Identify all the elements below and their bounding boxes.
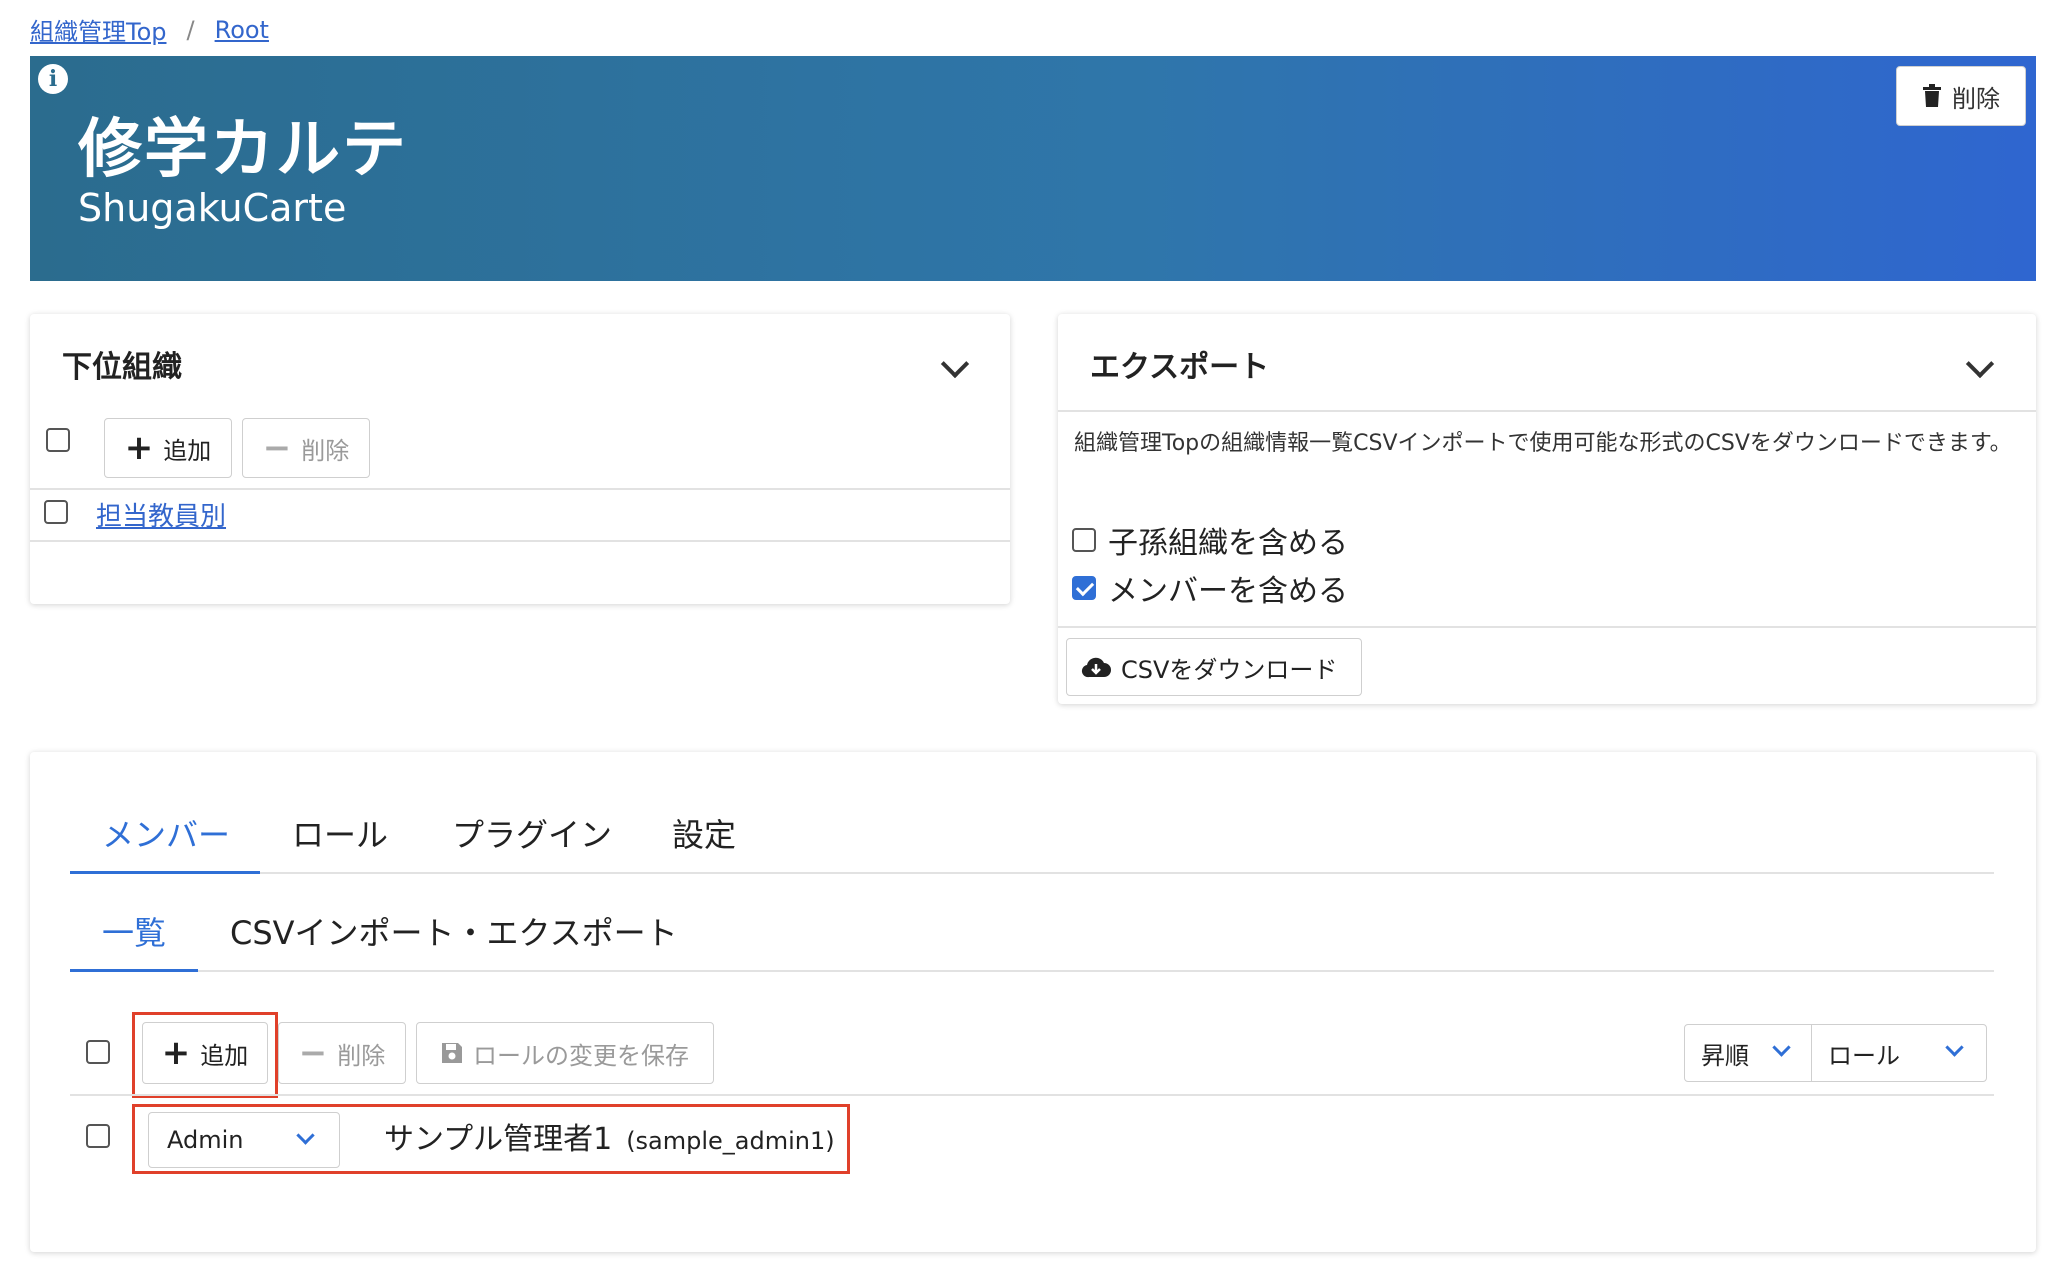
sort-key-value: ロール — [1828, 1041, 1900, 1070]
cloud-download-icon — [1081, 657, 1111, 678]
subtab-list[interactable]: 一覧 — [102, 908, 166, 954]
organization-header: i 修学カルテ ShugakuCarte 削除 — [30, 56, 2036, 281]
include-descendants-option[interactable]: 子孫組織を含める — [1072, 518, 1348, 562]
breadcrumb-separator: / — [186, 15, 195, 44]
include-descendants-checkbox[interactable] — [1072, 528, 1096, 552]
tab-plugins[interactable]: プラグイン — [452, 810, 612, 856]
include-members-label: メンバーを含める — [1108, 574, 1348, 609]
breadcrumb: 組織管理Top / Root — [30, 12, 269, 47]
suborg-link[interactable]: 担当教員別 — [96, 496, 226, 533]
suborg-row-checkbox[interactable] — [44, 500, 68, 524]
csv-download-label: CSVをダウンロード — [1121, 655, 1338, 684]
sub-organization-card: 下位組織 + 追加 − 削除 担当教員別 — [30, 314, 1010, 604]
page-subtitle: ShugakuCarte — [78, 186, 347, 230]
delete-organization-label: 削除 — [1952, 84, 2000, 113]
delete-organization-button[interactable]: 削除 — [1896, 66, 2026, 126]
select-all-suborg-checkbox[interactable] — [46, 428, 70, 452]
divider — [70, 1094, 1994, 1096]
save-icon — [442, 1043, 462, 1063]
chevron-down-icon[interactable] — [940, 349, 970, 379]
export-title: エクスポート — [1090, 350, 1270, 385]
include-members-option[interactable]: メンバーを含める — [1072, 566, 1348, 610]
member-role-select[interactable]: Admin — [148, 1112, 340, 1168]
sort-key-select[interactable]: ロール — [1811, 1024, 1987, 1082]
delete-member-label: 削除 — [337, 1041, 386, 1070]
tab-settings[interactable]: 設定 — [672, 810, 736, 856]
divider — [30, 488, 1010, 490]
minus-icon: − — [262, 428, 292, 468]
divider — [1058, 626, 2036, 628]
plus-icon: + — [124, 428, 154, 468]
subtab-csv-import-export[interactable]: CSVインポート・エクスポート — [230, 908, 678, 954]
subtabs-divider — [70, 970, 1994, 972]
tabs-divider — [70, 872, 1994, 874]
delete-member-button[interactable]: − 削除 — [278, 1022, 406, 1084]
info-icon[interactable]: i — [38, 64, 68, 94]
sort-order-select[interactable]: 昇順 — [1684, 1024, 1812, 1082]
breadcrumb-link-top[interactable]: 組織管理Top — [30, 12, 167, 47]
plus-icon: + — [161, 1033, 191, 1073]
member-row-checkbox[interactable] — [86, 1124, 110, 1148]
delete-suborg-label: 削除 — [301, 436, 350, 465]
sort-order-value: 昇順 — [1701, 1041, 1749, 1070]
add-member-label: 追加 — [200, 1041, 249, 1070]
add-suborg-button[interactable]: + 追加 — [104, 418, 232, 478]
trash-icon — [1923, 84, 1941, 107]
active-subtab-indicator — [70, 969, 198, 972]
export-description: 組織管理Topの組織情報一覧CSVインポートで使用可能な形式のCSVをダウンロー… — [1074, 431, 2012, 456]
member-management-card: メンバー ロール プラグイン 設定 一覧 CSVインポート・エクスポート + 追… — [30, 752, 2036, 1252]
include-descendants-label: 子孫組織を含める — [1108, 526, 1348, 561]
chevron-down-icon — [1772, 1038, 1791, 1057]
member-display-name: サンプル管理者1 — [384, 1122, 613, 1157]
chevron-down-icon[interactable] — [1965, 349, 1995, 379]
divider — [30, 540, 1010, 542]
member-username: (sample_admin1) — [626, 1127, 835, 1155]
export-card: エクスポート 組織管理Topの組織情報一覧CSVインポートで使用可能な形式のCS… — [1058, 314, 2036, 704]
minus-icon: − — [298, 1033, 328, 1073]
include-members-checkbox[interactable] — [1072, 576, 1096, 600]
sub-organization-title: 下位組織 — [62, 350, 182, 385]
member-role-value: Admin — [167, 1126, 244, 1154]
tab-roles[interactable]: ロール — [292, 810, 388, 856]
tab-members[interactable]: メンバー — [102, 810, 230, 856]
save-roles-button[interactable]: ロールの変更を保存 — [416, 1022, 714, 1084]
select-all-members-checkbox[interactable] — [86, 1040, 110, 1064]
chevron-down-icon — [296, 1126, 315, 1145]
save-roles-label: ロールの変更を保存 — [473, 1041, 689, 1070]
page-title: 修学カルテ — [78, 113, 408, 187]
chevron-down-icon — [1945, 1038, 1964, 1057]
divider — [1058, 410, 2036, 412]
add-suborg-label: 追加 — [163, 436, 212, 465]
csv-download-button[interactable]: CSVをダウンロード — [1066, 638, 1362, 696]
member-name: サンプル管理者1 (sample_admin1) — [384, 1114, 835, 1158]
delete-suborg-button[interactable]: − 削除 — [242, 418, 370, 478]
breadcrumb-link-root[interactable]: Root — [215, 16, 269, 44]
add-member-button[interactable]: + 追加 — [142, 1022, 268, 1084]
active-tab-indicator — [70, 871, 260, 874]
